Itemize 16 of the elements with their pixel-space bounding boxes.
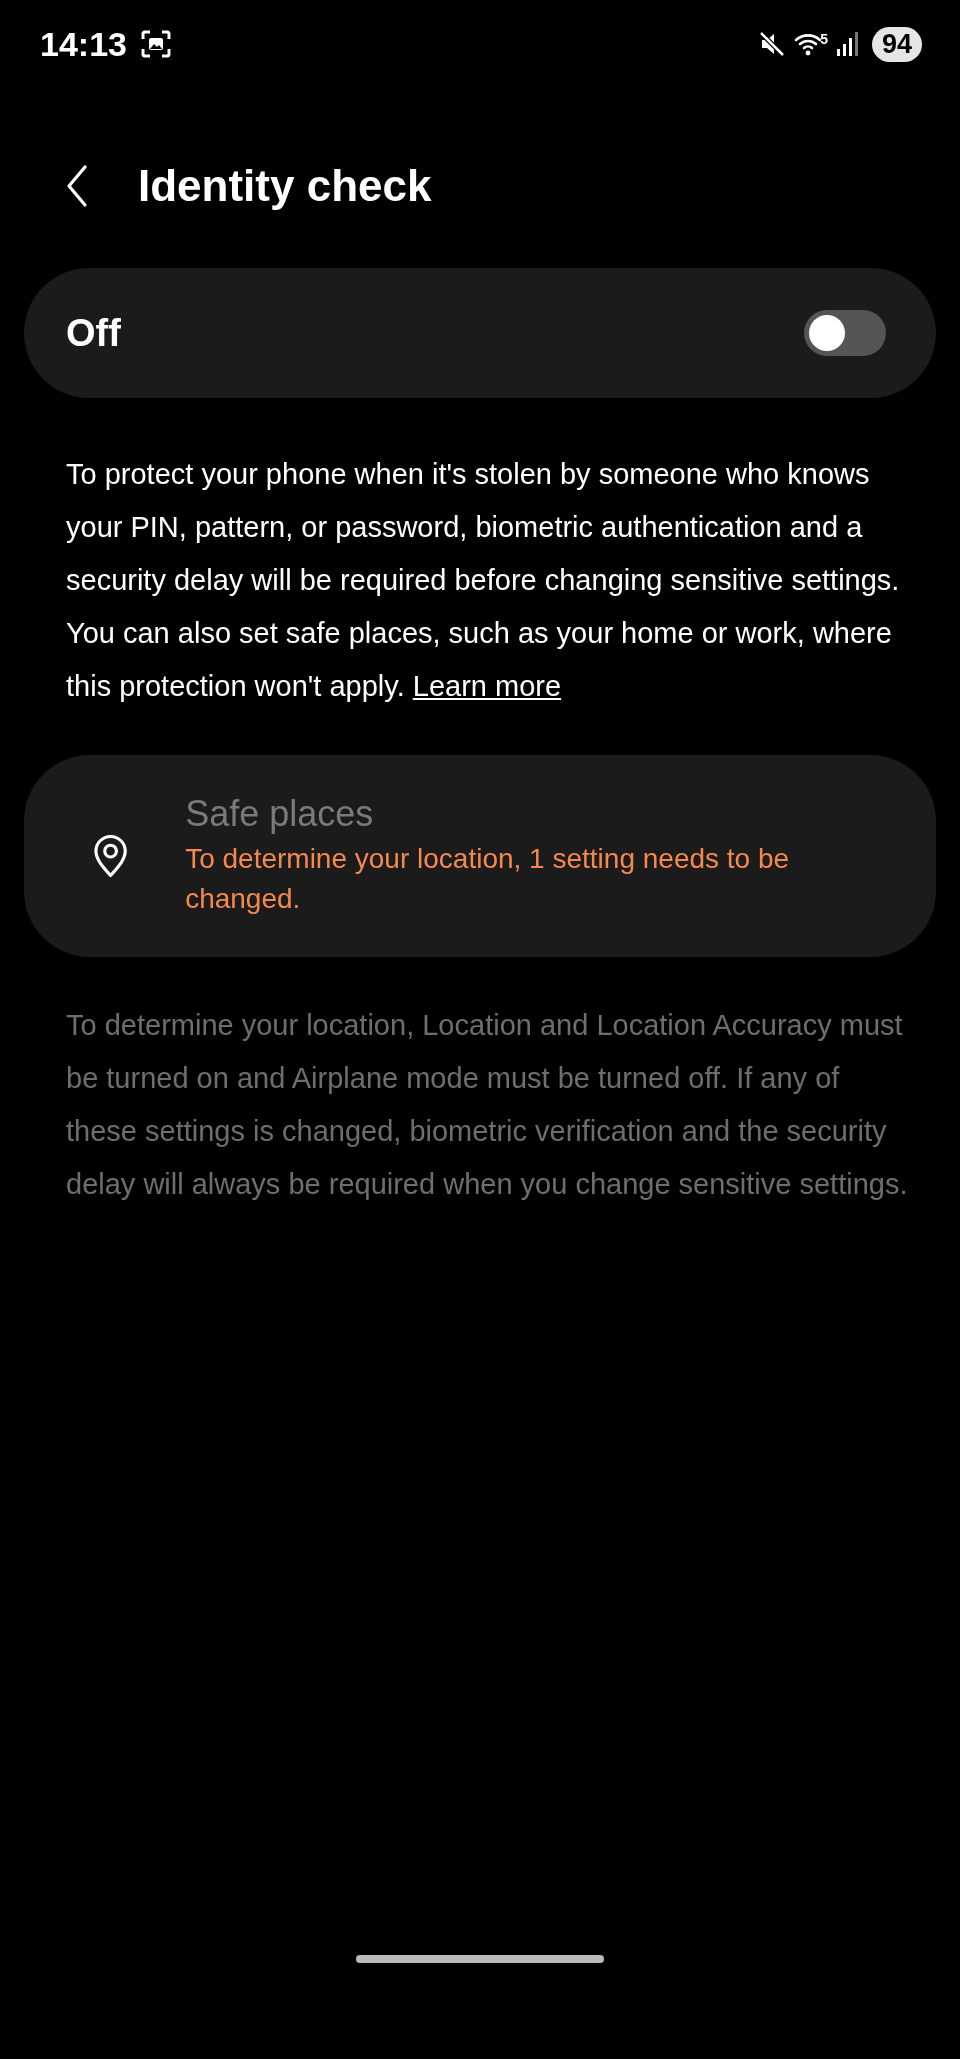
- warning-text: To determine your location, 1 setting needs to be changed.: [185, 842, 791, 916]
- signal-icon: [835, 31, 860, 57]
- page-title: Identity check: [138, 161, 432, 211]
- note-text: To determine your location, Location and Location Accuracy must be turned on and Airplane mode must be turned off. If any of these settings is changed, biometric verification and the security delay will always be required when you change sensitive settings.: [66, 1008, 909, 1202]
- description-text: To protect your phone when it's stolen by someone who knows your PIN, pattern, or password, biometric authentication and a security delay will be required before changing sensitive settings. You can also set safe places, such as your home or work, where this protection won't apply. Learn more: [66, 457, 901, 704]
- clock: 14:13: [40, 24, 127, 64]
- network-type: 5: [820, 31, 828, 47]
- back-button[interactable]: [66, 165, 88, 207]
- safe-places-title: Safe places: [185, 793, 375, 835]
- location-pin-icon: [92, 833, 130, 879]
- battery-level: 94: [871, 26, 922, 62]
- learn-more-link[interactable]: Learn more: [412, 670, 562, 702]
- toggle-switch[interactable]: [804, 310, 886, 356]
- mute-icon: [758, 30, 787, 58]
- screenshot-icon: [140, 30, 171, 58]
- switch-label: Off: [66, 311, 121, 355]
